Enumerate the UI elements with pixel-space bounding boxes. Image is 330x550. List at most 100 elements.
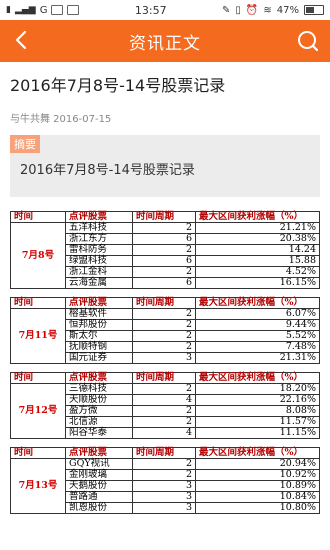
battery-level: 47% xyxy=(276,4,299,16)
column-header: 时间周期 xyxy=(132,372,196,384)
column-header: 点评股票 xyxy=(65,447,133,459)
gain-cell: 7.48% xyxy=(195,341,320,353)
gain-cell: 11.57% xyxy=(195,416,320,428)
column-header: 时间周期 xyxy=(132,447,196,459)
period-cell: 4 xyxy=(132,394,196,406)
stock-name-cell: 浙江东方 xyxy=(65,233,133,245)
period-cell: 2 xyxy=(132,319,196,331)
period-cell: 6 xyxy=(132,277,196,289)
status-left: ▮ ▂▄▆ G xyxy=(6,4,80,16)
column-header: 时间 xyxy=(10,297,66,309)
stock-name-cell: 天顺股份 xyxy=(65,394,133,406)
gain-cell: 21.31% xyxy=(195,352,320,364)
period-cell: 2 xyxy=(132,469,196,481)
summary-tag: 摘要 xyxy=(10,135,40,153)
period-cell: 2 xyxy=(132,244,196,256)
column-header: 时间 xyxy=(10,211,66,223)
status-right: ✎ ▯ ⏰ ≋ 47% xyxy=(222,5,324,16)
date-cell: 7月8号 xyxy=(10,222,66,289)
status-bar: ▮ ▂▄▆ G 13:57 ✎ ▯ ⏰ ≋ 47% xyxy=(0,0,330,20)
period-cell: 2 xyxy=(132,341,196,353)
gain-cell: 10.89% xyxy=(195,480,320,492)
gain-cell: 10.80% xyxy=(195,502,320,514)
column-header: 点评股票 xyxy=(65,372,133,384)
search-icon[interactable] xyxy=(296,29,320,53)
column-header: 最大区间获利涨幅（%） xyxy=(195,211,320,223)
gain-cell: 22.16% xyxy=(195,394,320,406)
app-icon xyxy=(67,5,80,15)
stock-name-cell: 恒邦股份 xyxy=(65,319,133,331)
gain-cell: 11.15% xyxy=(195,427,320,439)
gain-cell: 6.07% xyxy=(195,308,320,320)
stock-table: 时间 点评股票 时间周期 最大区间获利涨幅（%） 7月8号 五洋科技 2 21.21% 浙江东方… xyxy=(10,211,320,289)
stock-table: 时间 点评股票 时间周期 最大区间获利涨幅（%） 7月13号 GQY视讯 2 20.94% 金刚… xyxy=(10,447,320,514)
table-header-row: 时间 点评股票 时间周期 最大区间获利涨幅（%） xyxy=(10,372,320,384)
table-header-row: 时间 点评股票 时间周期 最大区间获利涨幅（%） xyxy=(10,447,320,459)
back-arrow-icon[interactable] xyxy=(10,28,34,52)
column-header: 时间周期 xyxy=(132,211,196,223)
notification-icon: ▮ xyxy=(6,5,11,15)
network-type: G xyxy=(39,4,48,16)
table-row: 7月8号 五洋科技 2 21.21% xyxy=(10,222,320,289)
gain-cell: 10.92% xyxy=(195,469,320,481)
period-cell: 2 xyxy=(132,458,196,470)
period-cell: 2 xyxy=(132,383,196,395)
period-cell: 2 xyxy=(132,330,196,342)
stock-name-cell: 云海金属 xyxy=(65,277,133,289)
gain-cell: 10.84% xyxy=(195,491,320,503)
edit-icon: ✎ xyxy=(222,4,231,16)
table-row: 7月13号 GQY视讯 2 20.94% xyxy=(10,458,320,514)
stock-name-cell: 凯恩股份 xyxy=(65,502,133,514)
stock-record-tables: 时间 点评股票 时间周期 最大区间获利涨幅（%） 7月8号 五洋科技 2 21.21% 浙江东方… xyxy=(10,211,320,514)
summary-box: 摘要 2016年7月8号-14号股票记录 xyxy=(10,135,320,197)
stock-name-cell: 雷科防务 xyxy=(65,244,133,256)
column-header: 最大区间获利涨幅（%） xyxy=(195,297,320,309)
stock-name-cell: 斯太尔 xyxy=(65,330,133,342)
stock-table: 时间 点评股票 时间周期 最大区间获利涨幅（%） 7月12号 三德科技 2 18.20% 天顺股… xyxy=(10,372,320,439)
column-header: 点评股票 xyxy=(65,297,133,309)
gain-cell: 5.52% xyxy=(195,330,320,342)
stock-table: 时间 点评股票 时间周期 最大区间获利涨幅（%） 7月11号 榕基软件 2 6.07% 恒邦股份… xyxy=(10,297,320,364)
page-title: 资讯正文 xyxy=(129,33,201,54)
stock-name-cell: 五洋科技 xyxy=(65,222,133,234)
stock-name-cell: 国元证券 xyxy=(65,352,133,364)
column-header: 时间 xyxy=(10,447,66,459)
gain-cell: 14.24 xyxy=(195,244,320,256)
vibrate-icon: ▯ xyxy=(235,4,241,16)
wifi-icon: ≋ xyxy=(263,4,272,16)
article-title: 2016年7月8号-14号股票记录 xyxy=(10,76,226,95)
alarm-icon: ⏰ xyxy=(245,4,259,16)
column-header: 最大区间获利涨幅（%） xyxy=(195,372,320,384)
stock-name-cell: 盈方微 xyxy=(65,405,133,417)
stock-name-cell: 绿盟科技 xyxy=(65,255,133,267)
app-icon xyxy=(51,5,64,15)
stock-name-cell: 普路通 xyxy=(65,491,133,503)
period-cell: 6 xyxy=(132,233,196,245)
stock-name-cell: 榕基软件 xyxy=(65,308,133,320)
battery-icon xyxy=(304,5,324,15)
period-cell: 2 xyxy=(132,416,196,428)
stock-name-cell: 抚顺特钢 xyxy=(65,341,133,353)
column-header: 时间 xyxy=(10,372,66,384)
period-cell: 3 xyxy=(132,491,196,503)
column-header: 点评股票 xyxy=(65,211,133,223)
stock-name-cell: 三德科技 xyxy=(65,383,133,395)
stock-name-cell: 阳谷华泰 xyxy=(65,427,133,439)
article-content: 2016年7月8号-14号股票记录 与牛共舞 2016-07-15 摘要 201… xyxy=(0,72,330,514)
stock-name-cell: GQY视讯 xyxy=(65,458,133,470)
table-row: 7月12号 三德科技 2 18.20% xyxy=(10,383,320,439)
period-cell: 3 xyxy=(132,352,196,364)
signal-icon: ▂▄▆ xyxy=(14,5,36,15)
period-cell: 2 xyxy=(132,266,196,278)
gain-cell: 20.94% xyxy=(195,458,320,470)
period-cell: 2 xyxy=(132,405,196,417)
period-cell: 4 xyxy=(132,427,196,439)
column-header: 时间周期 xyxy=(132,297,196,309)
date-cell: 7月13号 xyxy=(10,458,66,514)
title-bar: 资讯正文 xyxy=(0,20,330,62)
stock-name-cell: 天鹅股份 xyxy=(65,480,133,492)
stock-name-cell: 北信源 xyxy=(65,416,133,428)
period-cell: 3 xyxy=(132,502,196,514)
table-header-row: 时间 点评股票 时间周期 最大区间获利涨幅（%） xyxy=(10,297,320,309)
period-cell: 2 xyxy=(132,222,196,234)
